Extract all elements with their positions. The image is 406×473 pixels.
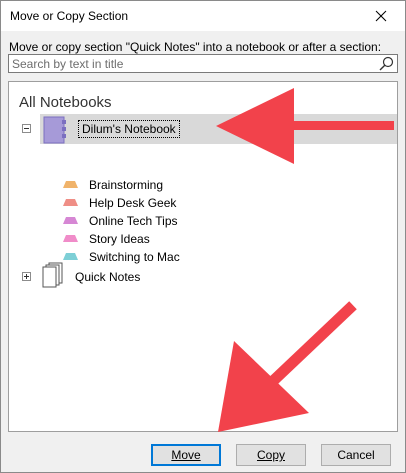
section-tab-icon xyxy=(63,199,78,206)
dialog-title: Move or Copy Section xyxy=(10,9,129,23)
cancel-button-label: Cancel xyxy=(337,448,375,462)
close-icon xyxy=(375,10,387,22)
move-copy-dialog: Move or Copy Section Move or copy sectio… xyxy=(0,0,406,473)
section-tab-icon xyxy=(63,181,78,188)
section-item[interactable]: Story Ideas xyxy=(63,231,263,247)
section-tab-icon xyxy=(63,253,78,260)
copy-button[interactable]: Copy xyxy=(236,444,306,466)
copy-button-label: Copy xyxy=(256,448,285,462)
quick-notes-icon xyxy=(42,262,63,288)
section-label: Brainstorming xyxy=(89,178,164,192)
dialog-body: Move or copy section "Quick Notes" into … xyxy=(1,31,405,472)
search-icon[interactable] xyxy=(378,56,394,72)
cancel-button[interactable]: Cancel xyxy=(321,444,391,466)
section-item[interactable]: Online Tech Tips xyxy=(63,213,263,229)
search-input[interactable] xyxy=(12,56,372,71)
section-tab-icon xyxy=(63,217,78,224)
notebook-icon xyxy=(43,116,66,144)
section-item[interactable]: Help Desk Geek xyxy=(63,195,263,211)
search-box[interactable] xyxy=(8,54,398,73)
move-button[interactable]: Move xyxy=(151,444,221,466)
notebook-label[interactable]: Dilum's Notebook xyxy=(78,120,180,138)
section-tab-icon xyxy=(63,235,78,242)
section-item[interactable]: Switching to Mac xyxy=(63,249,263,265)
title-bar: Move or Copy Section xyxy=(1,1,405,31)
close-button[interactable] xyxy=(361,3,401,29)
section-label: Story Ideas xyxy=(89,232,150,246)
expand-quick-notes-toggle[interactable] xyxy=(22,272,31,281)
section-label: Switching to Mac xyxy=(89,250,180,264)
tree-header: All Notebooks xyxy=(19,94,112,111)
instruction-text: Move or copy section "Quick Notes" into … xyxy=(9,40,382,54)
notebook-tree[interactable]: All Notebooks Dilum's Notebook Brainstor… xyxy=(8,81,398,432)
quick-notes-label[interactable]: Quick Notes xyxy=(75,270,140,284)
section-label: Help Desk Geek xyxy=(89,196,177,210)
section-item[interactable]: Brainstorming xyxy=(63,177,263,193)
section-label: Online Tech Tips xyxy=(89,214,178,228)
collapse-notebook-toggle[interactable] xyxy=(22,124,31,133)
move-button-label: Move xyxy=(171,448,201,462)
